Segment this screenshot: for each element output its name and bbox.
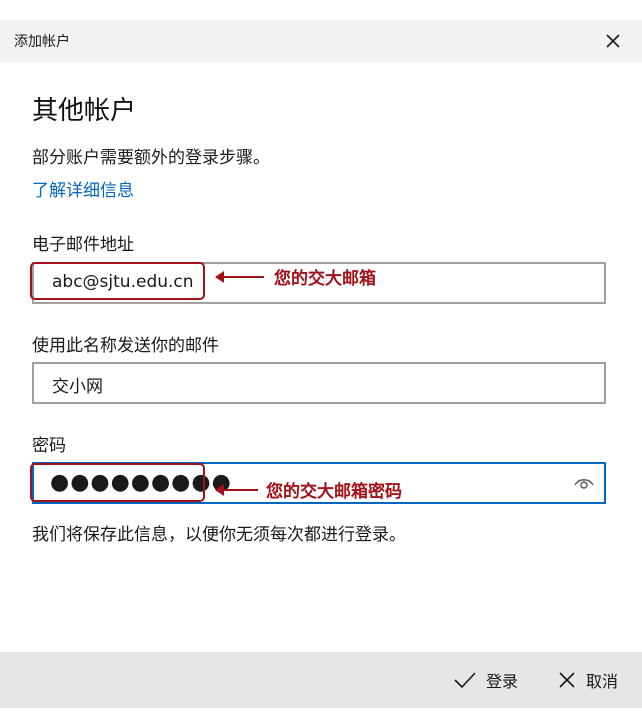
display-name-value: 交小网 [52, 377, 103, 397]
email-annotation: 您的交大邮箱 [274, 269, 376, 289]
title-bar: 添加帐户 [0, 20, 642, 62]
footer-bar: 登录 取消 [0, 652, 642, 708]
display-name-label: 使用此名称发送你的邮件 [32, 336, 219, 356]
close-button[interactable] [600, 28, 626, 54]
page-subtitle: 部分账户需要额外的登录步骤。 [32, 148, 270, 168]
login-button[interactable]: 登录 [454, 666, 518, 694]
page-title: 其他帐户 [32, 96, 137, 126]
learn-more-link[interactable]: 了解详细信息 [32, 176, 134, 201]
check-icon [454, 672, 476, 689]
password-highlight-box [30, 463, 205, 502]
bottom-margin [0, 708, 642, 720]
password-annotation-arrow [215, 484, 258, 496]
window-title: 添加帐户 [14, 34, 70, 50]
display-name-field[interactable]: 交小网 [32, 362, 606, 404]
cancel-button-label: 取消 [586, 672, 619, 691]
close-icon [606, 34, 620, 48]
email-annotation-arrow [215, 271, 264, 283]
login-button-label: 登录 [486, 672, 519, 691]
cancel-button[interactable]: 取消 [558, 666, 618, 694]
password-label: 密码 [32, 436, 66, 456]
save-info-note: 我们将保存此信息，以便你无须每次都进行登录。 [32, 525, 406, 545]
eye-icon[interactable] [574, 475, 594, 491]
password-annotation: 您的交大邮箱密码 [266, 482, 402, 502]
email-label: 电子邮件地址 [32, 235, 134, 255]
top-margin [0, 0, 642, 20]
x-icon [559, 672, 575, 688]
email-highlight-box [30, 262, 205, 300]
